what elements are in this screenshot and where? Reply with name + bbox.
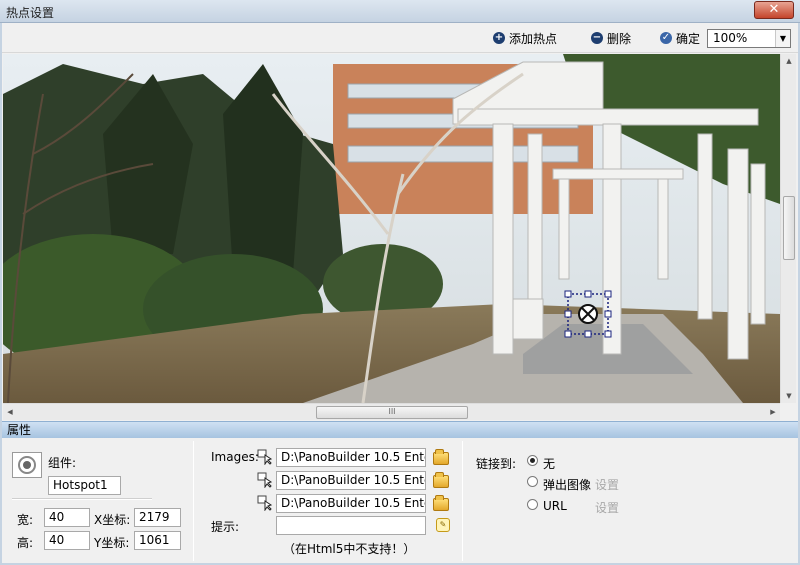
folder-open-icon[interactable]: [433, 495, 449, 511]
separator: [12, 498, 152, 500]
panel-divider: [462, 441, 463, 561]
image-path-normal[interactable]: D:\PanoBuilder 10.5 Enterpr: [276, 448, 426, 467]
link-label: 链接到:: [476, 457, 517, 471]
pointer-hover-icon: [257, 472, 273, 488]
y-field[interactable]: 1061: [134, 531, 181, 550]
radio-none-label[interactable]: 无: [543, 455, 555, 472]
panorama-viewer[interactable]: [3, 54, 780, 403]
window-title: 热点设置: [6, 6, 55, 20]
scroll-left-icon[interactable]: ◀: [3, 404, 17, 421]
folder-open-icon[interactable]: [433, 472, 449, 488]
tip-field[interactable]: [276, 516, 426, 535]
scroll-corner: [780, 403, 796, 420]
tip-label: 提示:: [211, 520, 240, 534]
map-pin-delete-icon: −: [591, 32, 603, 44]
scroll-down-icon[interactable]: ▼: [781, 389, 797, 403]
confirm-label: 确定: [676, 31, 701, 46]
scroll-right-icon[interactable]: ▶: [766, 404, 780, 421]
close-button[interactable]: ✕: [754, 1, 794, 19]
popup-image-settings-link[interactable]: 设置: [595, 476, 619, 493]
folder-open-icon[interactable]: [433, 449, 449, 465]
component-label: 组件:: [48, 456, 77, 470]
pointer-click-icon: [257, 495, 273, 511]
radio-popup-image-label[interactable]: 弹出图像: [543, 476, 591, 493]
delete-button[interactable]: − 删除: [591, 29, 631, 47]
horizontal-scroll-thumb[interactable]: III: [316, 406, 468, 419]
radio-url[interactable]: [527, 499, 538, 510]
map-pin-add-icon: +: [493, 32, 505, 44]
pointer-normal-icon: [257, 449, 273, 465]
image-path-click[interactable]: D:\PanoBuilder 10.5 Enterpr: [276, 494, 426, 513]
confirm-button[interactable]: ✓ 确定: [660, 29, 700, 47]
add-hotspot-button[interactable]: + 添加热点: [493, 29, 557, 47]
radio-url-label[interactable]: URL: [543, 499, 567, 513]
y-label: Y坐标:: [94, 536, 130, 550]
horizontal-scrollbar[interactable]: ◀ III ▶: [3, 403, 780, 420]
tip-edit-icon[interactable]: ✎: [436, 518, 450, 532]
tip-note: （在Html5中不支持！）: [283, 542, 416, 556]
scroll-up-icon[interactable]: ▲: [781, 54, 797, 68]
width-label: 宽:: [17, 513, 34, 527]
panel-divider: [193, 441, 194, 561]
panorama-image: [3, 54, 780, 403]
radio-none[interactable]: [527, 455, 538, 466]
image-path-hover[interactable]: D:\PanoBuilder 10.5 Enterpr: [276, 471, 426, 490]
add-hotspot-label: 添加热点: [509, 31, 558, 46]
zoom-select[interactable]: 100% ▼: [707, 29, 791, 48]
check-circle-icon: ✓: [660, 32, 672, 44]
height-field[interactable]: 40: [44, 531, 90, 550]
x-field[interactable]: 2179: [134, 508, 181, 527]
x-label: X坐标:: [94, 513, 131, 527]
url-settings-link[interactable]: 设置: [595, 499, 619, 516]
component-name-field[interactable]: Hotspot1: [48, 476, 121, 495]
images-label: Images:: [211, 450, 259, 464]
width-field[interactable]: 40: [44, 508, 90, 527]
title-bar: 热点设置 ✕: [0, 0, 800, 23]
properties-header: 属性: [2, 421, 798, 438]
vertical-scrollbar[interactable]: ▲ ▼: [780, 54, 796, 403]
vertical-scroll-thumb[interactable]: [783, 196, 795, 260]
delete-label: 删除: [607, 31, 632, 46]
height-label: 高:: [17, 536, 34, 550]
hotspot-icon[interactable]: [12, 452, 42, 478]
zoom-value: 100%: [713, 31, 748, 45]
radio-popup-image[interactable]: [527, 476, 538, 487]
chevron-down-icon[interactable]: ▼: [775, 30, 790, 47]
